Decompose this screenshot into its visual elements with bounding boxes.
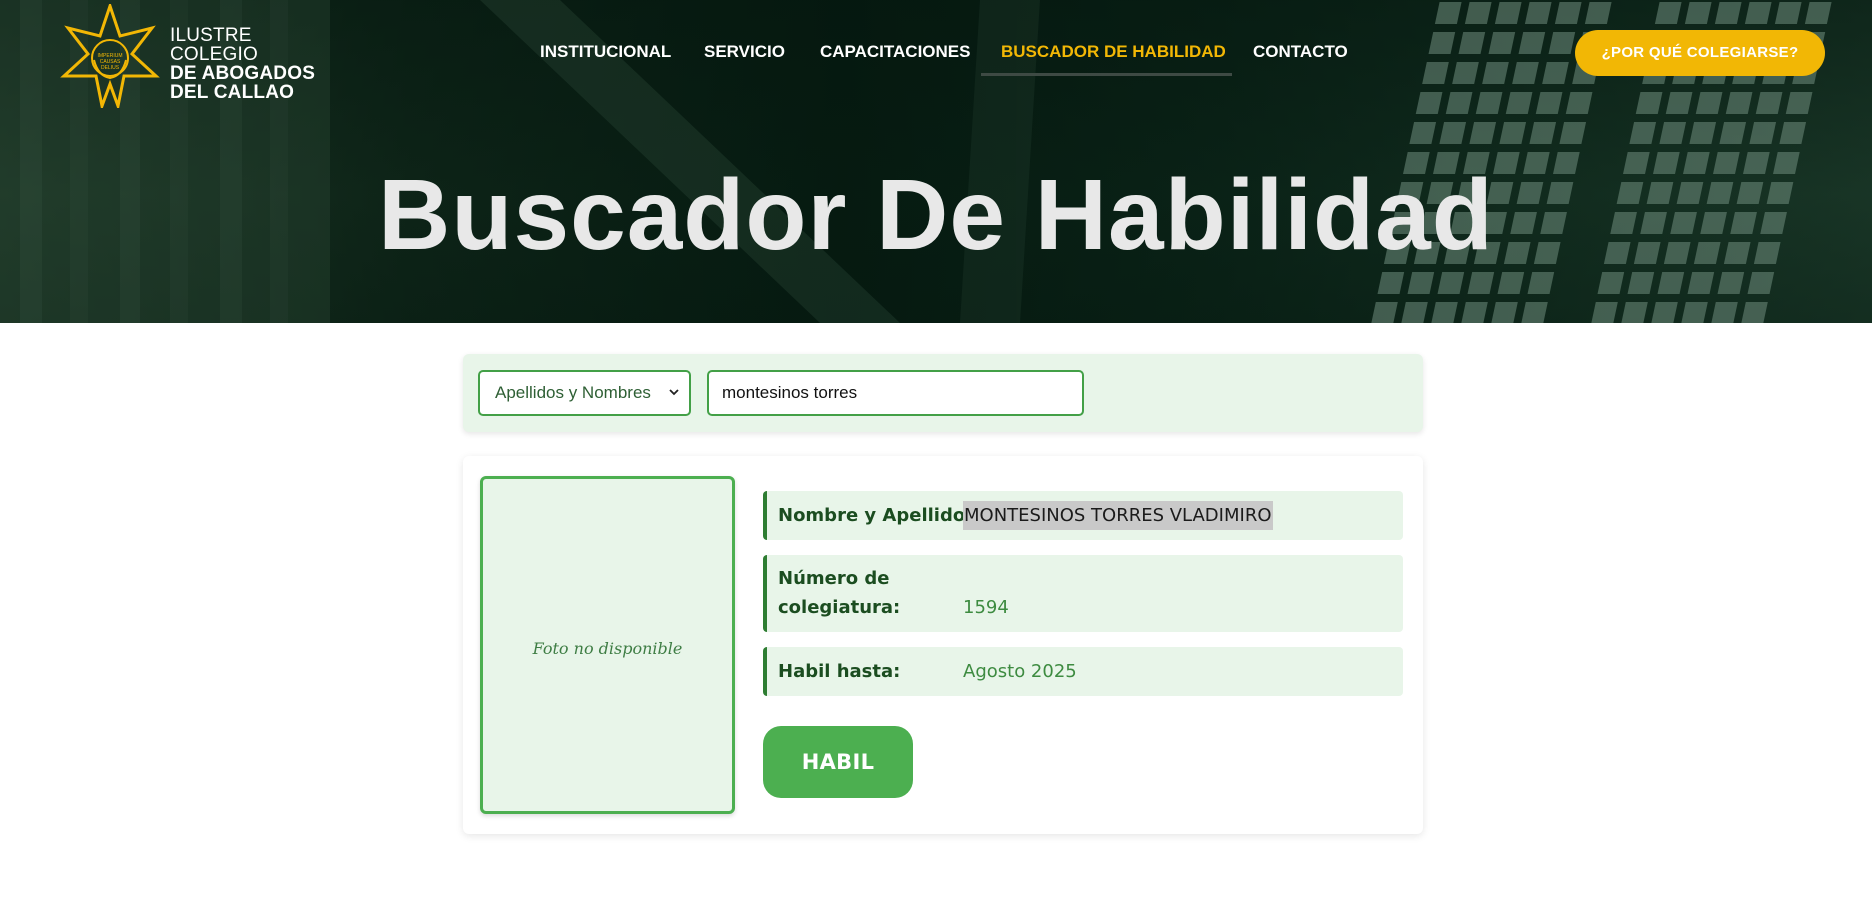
logo[interactable]: IMPERIUM CAUSAS DELIUS ILUSTRE COLEGIO D… — [58, 4, 328, 108]
info-row-valid-until: Habil hasta: Agosto 2025 — [763, 647, 1403, 696]
why-join-button[interactable]: ¿POR QUÉ COLEGIARSE? — [1575, 30, 1825, 76]
chevron-down-icon — [669, 389, 679, 396]
nav-item-capacitaciones[interactable]: CAPACITACIONES — [820, 40, 971, 76]
svg-text:DELIUS: DELIUS — [101, 65, 120, 71]
name-value: MONTESINOS TORRES VLADIMIRO — [963, 501, 1273, 530]
photo-placeholder-text: Foto no disponible — [532, 639, 683, 658]
star-seal-icon: IMPERIUM CAUSAS DELIUS — [60, 4, 160, 108]
number-label-line-2: colegiatura: — [778, 597, 901, 618]
search-type-select[interactable]: Apellidos y Nombres — [478, 370, 691, 416]
nav-active-indicator — [981, 73, 1232, 76]
result-card: Foto no disponible Nombre y Apellidos: M… — [463, 456, 1423, 834]
info-row-number: Número de colegiatura: 1594 — [763, 555, 1403, 632]
hero-banner: IMPERIUM CAUSAS DELIUS ILUSTRE COLEGIO D… — [0, 0, 1872, 323]
number-value: 1594 — [963, 597, 1009, 618]
name-label: Nombre y Apellidos: — [778, 505, 984, 526]
nav-item-contacto[interactable]: CONTACTO — [1253, 40, 1348, 76]
search-type-selected: Apellidos y Nombres — [495, 383, 651, 402]
status-badge[interactable]: HABIL — [763, 726, 913, 798]
info-row-name: Nombre y Apellidos: MONTESINOS TORRES VL… — [763, 491, 1403, 540]
logo-line-1: ILUSTRE COLEGIO — [170, 25, 258, 65]
search-input[interactable] — [707, 370, 1084, 416]
logo-line-3: DEL CALLAO — [170, 82, 295, 103]
valid-until-label: Habil hasta: — [778, 661, 901, 682]
logo-text: ILUSTRE COLEGIO DE ABOGADOS DEL CALLAO — [170, 26, 328, 102]
photo-placeholder: Foto no disponible — [480, 476, 735, 814]
valid-until-value: Agosto 2025 — [963, 661, 1077, 682]
logo-line-2: DE ABOGADOS — [170, 63, 316, 84]
number-label-line-1: Número de — [778, 568, 890, 589]
page-title: Buscador De Habilidad — [378, 159, 1494, 271]
nav-item-servicio[interactable]: SERVICIO — [704, 40, 785, 76]
nav-item-buscador-de-habilidad[interactable]: BUSCADOR DE HABILIDAD — [1001, 40, 1226, 76]
search-panel: Apellidos y Nombres — [463, 354, 1423, 432]
nav-item-institucional[interactable]: INSTITUCIONAL — [540, 40, 671, 76]
